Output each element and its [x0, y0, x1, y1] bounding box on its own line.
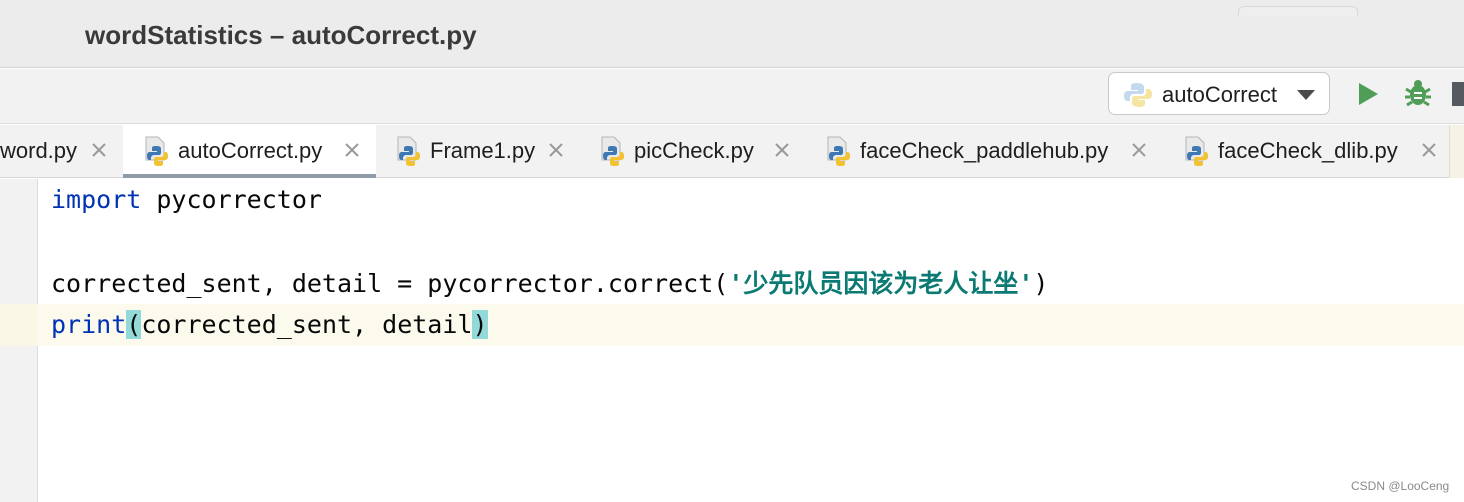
chevron-down-icon	[1297, 90, 1315, 100]
tab-label: picCheck.py	[634, 138, 754, 163]
debug-icon[interactable]	[1403, 78, 1433, 108]
close-icon[interactable]	[773, 141, 791, 159]
tab-label: Frame1.py	[430, 138, 536, 163]
run-configuration-label: autoCorrect	[1162, 82, 1277, 107]
tab-word-py[interactable]: word.py	[0, 125, 122, 178]
tab-label: faceCheck_dlib.py	[1218, 138, 1398, 163]
run-icon[interactable]	[1355, 81, 1381, 107]
tab-autocorrect-py[interactable]: autoCorrect.py	[123, 125, 376, 178]
code-text: )	[1033, 269, 1049, 298]
tab-overflow-strip	[1449, 125, 1464, 178]
tab-label: autoCorrect.py	[178, 138, 323, 163]
title-bar-ghost-tab	[1238, 6, 1358, 16]
python-file-icon	[397, 136, 420, 166]
close-icon[interactable]	[1420, 141, 1438, 159]
shield-icon[interactable]	[1452, 80, 1464, 106]
matched-paren-open: (	[126, 310, 142, 339]
code-text: pycorrector	[141, 185, 322, 214]
close-icon[interactable]	[343, 141, 361, 159]
code-line-4[interactable]: print(corrected_sent, detail)	[51, 304, 488, 346]
string-literal: '少先队员因该为老人让坐'	[728, 269, 1034, 298]
close-icon[interactable]	[1130, 141, 1148, 159]
run-configuration-dropdown[interactable]: autoCorrect	[1108, 72, 1330, 115]
tab-label: faceCheck_paddlehub.py	[860, 138, 1109, 163]
python-file-icon	[1185, 136, 1208, 166]
python-icon	[1124, 83, 1152, 107]
close-icon[interactable]	[90, 141, 108, 159]
tab-facecheck-paddlehub-py[interactable]: faceCheck_paddlehub.py	[809, 125, 1167, 178]
toolbar: autoCorrect	[0, 69, 1464, 124]
editor-tab-bar: word.py autoCorrect.py Frame1.py picChec…	[0, 125, 1464, 178]
window-title: wordStatistics – autoCorrect.py	[85, 20, 477, 50]
code-line-1[interactable]: import pycorrector	[51, 179, 322, 221]
current-line-gutter-highlight	[0, 304, 38, 346]
code-line-3[interactable]: corrected_sent, detail = pycorrector.cor…	[51, 263, 1048, 305]
title-bar: wordStatistics – autoCorrect.py	[0, 0, 1464, 68]
python-file-icon	[827, 136, 850, 166]
active-tab-indicator	[123, 174, 376, 178]
keyword-import: import	[51, 185, 142, 214]
code-text: corrected_sent, detail = pycorrector.cor…	[51, 269, 729, 298]
keyword-print: print	[51, 310, 127, 339]
code-editor[interactable]: import pycorrector corrected_sent, detai…	[0, 179, 1464, 502]
tab-label: word.py	[0, 138, 78, 163]
watermark: CSDN @LooCeng	[1351, 479, 1450, 493]
python-file-icon	[601, 136, 624, 166]
close-icon[interactable]	[547, 141, 565, 159]
python-file-icon	[145, 136, 168, 166]
tab-facecheck-dlib-py[interactable]: faceCheck_dlib.py	[1168, 125, 1449, 178]
code-text: corrected_sent, detail	[141, 310, 473, 339]
tab-piccheck-py[interactable]: picCheck.py	[583, 125, 808, 178]
tab-frame1-py[interactable]: Frame1.py	[377, 125, 582, 178]
matched-paren-close: )	[472, 310, 488, 339]
